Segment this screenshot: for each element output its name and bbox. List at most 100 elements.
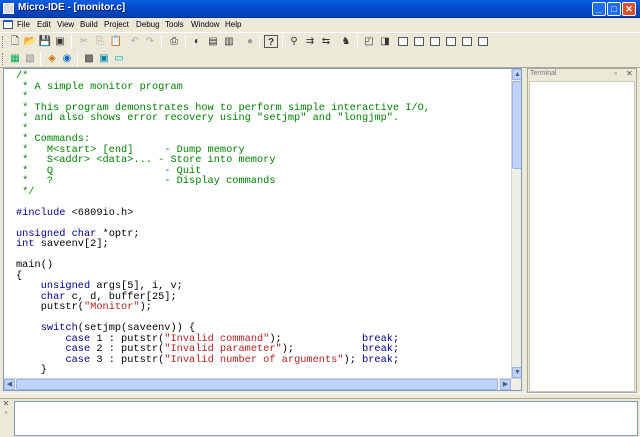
code-line[interactable]: * ? - Display commands <box>16 176 511 187</box>
terminal-output[interactable] <box>529 81 635 392</box>
new-file-icon[interactable]: 🗋 <box>8 35 22 48</box>
stop-icon[interactable]: ● <box>243 35 257 48</box>
code-token: case <box>65 353 91 366</box>
toolbar-grip[interactable] <box>2 36 5 48</box>
arrange-window-icon[interactable] <box>428 35 442 48</box>
scroll-thumb[interactable] <box>512 81 521 169</box>
code-token: ); <box>139 301 152 313</box>
output-icon[interactable]: ▭ <box>112 52 126 65</box>
menu-view[interactable]: View <box>57 19 74 31</box>
output-close-icon[interactable]: ✕ <box>0 399 12 408</box>
code-token: saveenv[2]; <box>34 238 109 250</box>
title-bar: Micro-IDE - [monitor.c] _ □ ✕ <box>0 0 640 18</box>
menu-build[interactable]: Build <box>80 19 98 31</box>
menu-project[interactable]: Project <box>104 19 129 31</box>
replace-icon[interactable]: ⇆ <box>319 35 333 48</box>
output-pin-icon[interactable]: ▫ <box>0 408 12 417</box>
project-settings-icon[interactable]: ▧ <box>23 52 37 65</box>
document-icon[interactable] <box>3 20 13 29</box>
scroll-up-icon[interactable]: ▲ <box>512 69 521 80</box>
toolbar-grip[interactable] <box>2 53 5 65</box>
code-line[interactable]: * <box>16 123 511 135</box>
code-line[interactable]: * A simple monitor program <box>16 81 511 93</box>
split-window-icon[interactable] <box>444 35 458 48</box>
redo-icon[interactable]: ↷ <box>143 35 157 48</box>
copy-icon[interactable]: ⎘ <box>93 35 107 48</box>
terminal-header: Terminal ▫ ✕ <box>528 69 636 80</box>
scroll-left-icon[interactable]: ◀ <box>4 379 15 390</box>
undo-icon[interactable]: ↶ <box>128 35 142 48</box>
code-token: "Monitor" <box>83 301 140 313</box>
toolbar-separator <box>77 52 78 66</box>
code-line[interactable] <box>16 250 511 261</box>
paste-icon[interactable]: 📋 <box>109 35 123 48</box>
compile-icon[interactable]: ◐ <box>190 35 204 48</box>
code-editor[interactable]: /* * A simple monitor program * * This p… <box>3 68 522 391</box>
find-in-files-icon[interactable]: ♞ <box>339 35 353 48</box>
find-next-icon[interactable]: ⇉ <box>303 35 317 48</box>
register-window-icon[interactable] <box>476 35 490 48</box>
breakpoint-icon[interactable]: ◉ <box>60 52 74 65</box>
output-panel: ✕ ▫ <box>0 399 640 437</box>
maximize-button[interactable]: □ <box>607 2 621 16</box>
save-icon[interactable]: 💾 <box>38 35 52 48</box>
toolbar-separator <box>259 35 260 49</box>
code-line[interactable]: case 3 : putstr("Invalid number of argum… <box>16 353 511 366</box>
project-icon[interactable]: ▦ <box>8 52 22 65</box>
window-title: Micro-IDE - [monitor.c] <box>18 2 126 13</box>
make-icon[interactable]: ▥ <box>222 35 236 48</box>
minimize-button[interactable]: _ <box>592 2 606 16</box>
menu-help[interactable]: Help <box>225 19 241 31</box>
menu-debug[interactable]: Debug <box>136 19 160 31</box>
help-icon[interactable]: ? <box>264 35 278 48</box>
find-icon[interactable]: ⚲ <box>287 35 301 48</box>
main-toolbar: 🗋 📂 💾 ▣ ✂ ⎘ 📋 ↶ ↷ ⎙ ◐ ▤ ▥ ● ? ⚲ ⇉ ⇆ ♞ ◰ … <box>0 32 640 50</box>
code-line[interactable]: * and also shows error recovery using "s… <box>16 113 511 124</box>
toggle-window-icon[interactable]: ◨ <box>378 35 392 48</box>
menu-file[interactable]: File <box>17 19 30 31</box>
toolbar-separator <box>40 52 41 66</box>
menu-edit[interactable]: Edit <box>37 19 51 31</box>
cascade-window-icon[interactable] <box>412 35 426 48</box>
pin-icon[interactable]: ▫ <box>614 69 617 79</box>
tile-window-icon[interactable] <box>396 35 410 48</box>
code-line[interactable]: main() <box>16 260 511 271</box>
debug-icon[interactable]: ◈ <box>45 52 59 65</box>
code-line[interactable]: } <box>16 365 511 376</box>
horizontal-scroll-thumb[interactable] <box>16 379 498 390</box>
horizontal-scrollbar[interactable]: ◀ ▶ <box>4 378 521 390</box>
terminal-icon[interactable]: ▣ <box>97 52 111 65</box>
output-window[interactable] <box>14 401 638 436</box>
vertical-scrollbar[interactable]: ▲ ▼ <box>511 69 521 378</box>
save-all-icon[interactable]: ▣ <box>53 35 67 48</box>
code-token: putstr( <box>16 301 84 313</box>
code-text[interactable]: /* * A simple monitor program * * This p… <box>16 71 511 376</box>
menu-window[interactable]: Window <box>191 19 219 31</box>
toolbar-separator <box>357 35 358 49</box>
terminal-panel: Terminal ▫ ✕ <box>527 68 637 393</box>
code-token: int <box>16 238 35 250</box>
toolbar-separator <box>161 35 162 49</box>
memory-window-icon[interactable] <box>460 35 474 48</box>
code-token: break <box>362 353 393 366</box>
window-icon[interactable]: ◰ <box>362 35 376 48</box>
target-icon[interactable]: ▩ <box>82 52 96 65</box>
terminal-close-icon[interactable]: ✕ <box>626 69 633 79</box>
close-button[interactable]: ✕ <box>622 2 636 16</box>
code-token: "Invalid number of arguments" <box>164 353 344 366</box>
code-token: } <box>16 364 47 376</box>
cut-icon[interactable]: ✂ <box>77 35 91 48</box>
build-icon[interactable]: ▤ <box>206 35 220 48</box>
code-line[interactable]: int saveenv[2]; <box>16 239 511 250</box>
toolbar-separator <box>185 35 186 49</box>
scroll-right-icon[interactable]: ▶ <box>500 379 511 390</box>
toolbar-separator <box>282 35 283 49</box>
code-token: * and also shows error recovery using "s… <box>16 112 400 124</box>
code-line[interactable]: */ <box>16 186 511 198</box>
code-line[interactable]: #include <6809io.h> <box>16 207 511 219</box>
open-icon[interactable]: 📂 <box>23 35 37 48</box>
print-icon[interactable]: ⎙ <box>167 35 181 48</box>
menu-tools[interactable]: Tools <box>165 19 184 31</box>
code-line[interactable]: putstr("Monitor"); <box>16 302 511 313</box>
scroll-down-icon[interactable]: ▼ <box>512 367 521 378</box>
